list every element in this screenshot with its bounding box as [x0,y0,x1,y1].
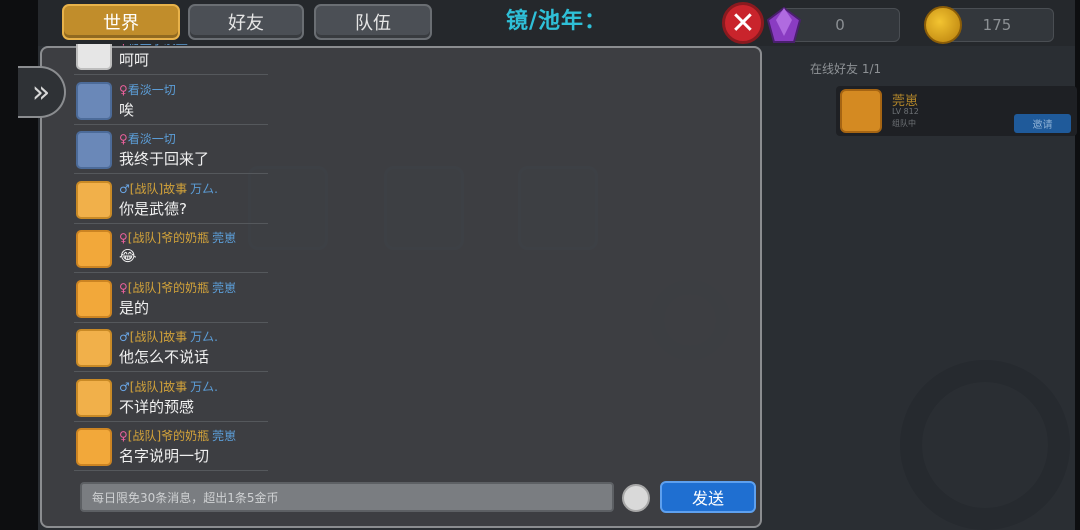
message-text: 不详的预感 [119,397,195,416]
tab-team[interactable]: 队伍 [314,4,432,40]
female-icon: ♀ [119,280,128,295]
sender-nickname: 万厶. [190,330,218,344]
chat-message: ♀秘主小淡堡呵呵 [74,44,268,75]
chat-message-list[interactable]: ♀秘主小淡堡呵呵♀看淡一切唉♀看淡一切我终于回来了♂[战队]故事万厶.你是武德?… [74,44,274,472]
sender-team-tag: [战队]故事 [129,379,188,394]
sender-team-tag: [战队]故事 [129,330,188,344]
friend-avatar [840,89,882,133]
chevron-right-icon: » [31,74,51,110]
chat-message: ♂[战队]故事 万厶. 他怎么不说话 [74,326,268,372]
sender-avatar[interactable] [76,131,112,169]
close-button[interactable]: ✕ [722,2,764,44]
sender-name-line[interactable]: ♀[战队]爷的奶瓶 莞崽 [119,427,236,444]
chat-input-placeholder: 每日限免30条消息，超出1条5金币 [92,490,279,505]
tab-friends[interactable]: 好友 [188,4,304,40]
message-text: 唉 [119,100,135,119]
sender-name-line[interactable]: ♂[战队]故事 万厶. [119,180,218,197]
chat-message: ♀看淡一切唉 [74,79,268,125]
friend-status: 组队中 [892,119,916,128]
message-text: 他怎么不说话 [119,348,210,366]
coin-icon [924,6,962,44]
emoji-icon[interactable] [622,484,650,512]
room-title: 镜/池年： [506,9,608,34]
female-icon: ♀ [119,231,128,245]
message-text: 我终于回来了 [119,150,210,168]
sender-avatar[interactable] [76,81,112,120]
sender-avatar[interactable] [76,279,112,318]
message-text: 名字说明一切 [119,447,210,465]
sender-name-line[interactable]: ♀[战队]爷的奶瓶 莞崽 [119,229,236,246]
female-icon: ♀ [119,82,128,97]
sender-team-tag: [战队]爷的奶瓶 [127,231,210,245]
sender-name-line[interactable]: ♂[战队]故事 万厶. [119,378,218,395]
male-icon: ♂ [119,181,130,196]
sender-nickname: 万厶. [190,379,218,394]
sender-team-tag: [战队]爷的奶瓶 [127,280,210,295]
chat-message: ♀[战队]爷的奶瓶 莞崽 😂 [74,227,268,273]
sender-team-tag: [战队]爷的奶瓶 [127,429,210,443]
sender-nickname: 莞崽 [212,429,237,443]
female-icon: ♀ [119,44,128,47]
sender-avatar[interactable] [76,329,112,367]
sender-team-tag: [战队]故事 [129,181,188,196]
right-screen-edge [1075,0,1080,530]
sender-avatar[interactable] [76,44,112,70]
online-friends-label: 在线好友 1/1 [810,62,882,76]
message-text: 😂 [119,247,137,265]
chat-message: ♂[战队]故事 万厶. 不详的预感 [74,376,268,422]
sender-name-line[interactable]: ♀看淡一切 [119,130,179,147]
sender-nickname: 莞崽 [212,280,237,295]
friend-card[interactable]: 莞崽 LV 812 组队中 邀请 [836,86,1077,136]
sender-avatar[interactable] [76,230,112,268]
sender-name-line[interactable]: ♀秘主小淡堡 [119,44,191,48]
sender-name: 看淡一切 [127,82,176,97]
male-icon: ♂ [119,330,130,344]
gem-icon [766,6,802,43]
message-text: 你是武德? [119,199,187,218]
message-text: 呵呵 [119,51,150,69]
sender-avatar[interactable] [76,180,112,219]
online-friends-panel: 在线好友 1/1 莞崽 LV 812 组队中 邀请 [802,52,1077,472]
sender-avatar[interactable] [76,428,112,466]
chat-message: ♂[战队]故事 万厶. 你是武德? [74,178,268,224]
sender-nickname: 莞崽 [212,231,237,245]
chat-message: ♀看淡一切我终于回来了 [74,128,268,174]
sender-avatar[interactable] [76,378,112,417]
sender-name: 看淡一切 [127,132,176,146]
chat-input[interactable]: 每日限免30条消息，超出1条5金币 [80,482,614,512]
sender-name-line[interactable]: ♀看淡一切 [119,81,179,98]
tab-world[interactable]: 世界 [62,4,180,40]
sender-name: 秘主小淡堡 [128,44,188,47]
sender-nickname: 万厶. [190,181,218,196]
close-icon: ✕ [730,5,756,41]
chat-message: ♀[战队]爷的奶瓶 莞崽 是的 [74,277,268,323]
invite-button[interactable]: 邀请 [1014,114,1071,133]
friend-level: LV 812 [892,107,919,116]
send-button[interactable]: 发送 [660,481,756,513]
female-icon: ♀ [119,132,128,146]
message-text: 是的 [119,298,150,317]
male-icon: ♂ [119,379,130,394]
sender-name-line[interactable]: ♀[战队]爷的奶瓶 莞崽 [119,279,236,296]
female-icon: ♀ [119,429,128,443]
chat-message: ♀[战队]爷的奶瓶 莞崽 名字说明一切 [74,425,268,471]
sender-name-line[interactable]: ♂[战队]故事 万厶. [119,328,218,345]
